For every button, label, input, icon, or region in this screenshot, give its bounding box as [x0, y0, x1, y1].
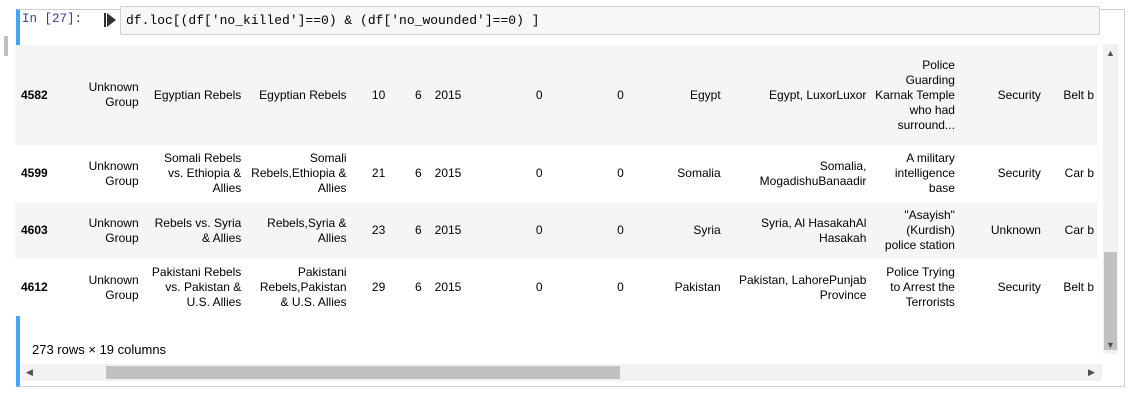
table-cell: 23 [371, 223, 386, 237]
table-cell: Security [997, 280, 1041, 294]
table-cell: Police Trying to Arrest the Terrorists [886, 265, 955, 309]
table-cell: Pakistani Rebels vs. Pakistan & U.S. All… [151, 265, 242, 309]
run-cell-icon[interactable] [104, 13, 116, 27]
code-input[interactable]: df.loc[(df['no_killed']==0) & (df['no_wo… [120, 6, 1100, 35]
table-cell: 0 [535, 166, 543, 180]
table-cell: 6 [415, 223, 422, 237]
table-cell: 10 [371, 87, 386, 102]
table-cell: Unknown Group [88, 80, 139, 109]
table-cell: Egypt [689, 87, 721, 102]
row-index-cell: 4603 [21, 223, 48, 237]
dataframe-shape: 273 rows × 19 columns [32, 342, 167, 357]
table-cell: Pakistani Rebels,Pakistan & U.S. Allies [259, 265, 347, 309]
table-cell: Unknown Group [88, 158, 139, 188]
table-cell: 21 [371, 166, 386, 180]
table-cell: Unknown [990, 223, 1041, 237]
table-cell: 0 [535, 223, 543, 237]
table-cell: Unknown Group [88, 215, 139, 245]
table-cell: Belt b [1063, 87, 1094, 102]
table-cell: Egypt, LuxorLuxor [769, 87, 867, 102]
scroll-up-icon[interactable]: ▲ [1106, 48, 1115, 58]
table-cell: Security [997, 87, 1041, 102]
table-row: 4603 Unknown Group Rebels vs. Syria & Alli… [15, 202, 1098, 259]
table-cell: Syria, Al HasakahAl Hasakah [761, 215, 867, 245]
table-cell: Somali Rebels vs. Ethiopia & Allies [163, 151, 242, 195]
table-cell: 6 [415, 280, 422, 294]
output-area: 4582 Unknown Group Egyptian Rebels Egyptian… [12, 42, 1098, 337]
table-cell: 2015 [434, 166, 462, 180]
dataframe-table: 4582 Unknown Group Egyptian Rebels Egyptian… [15, 45, 1098, 316]
table-cell: Pakistan, LahorePunjab Province [738, 272, 867, 302]
table-cell: 0 [617, 166, 624, 180]
table-cell: Egyptian Rebels [259, 87, 347, 102]
vertical-scroll-thumb[interactable] [1104, 252, 1117, 350]
table-cell: 2015 [434, 223, 462, 237]
output-collapse-bar[interactable] [4, 36, 8, 56]
table-cell: Pakistan [674, 280, 721, 294]
table-cell: Car b [1064, 166, 1094, 180]
table-cell: Somalia [677, 166, 721, 180]
table-cell: Egyptian Rebels [153, 87, 242, 102]
table-cell: 29 [371, 280, 386, 294]
table-cell: 6 [415, 87, 422, 102]
table-cell: 6 [415, 166, 422, 180]
table-cell: Rebels,Syria & Allies [267, 215, 347, 245]
table-cell: "Asayish" (Kurdish) police station [884, 208, 955, 252]
scroll-left-icon[interactable]: ◀ [26, 367, 33, 377]
table-cell: Rebels vs. Syria & Allies [154, 215, 242, 245]
horizontal-scrollbar[interactable]: ◀ ▶ [22, 364, 1102, 381]
table-cell: Belt b [1063, 280, 1094, 294]
table-cell: 0 [617, 87, 624, 102]
table-cell: 0 [535, 280, 543, 294]
table-row: 4599 Unknown Group Somali Rebels vs. Ethio… [15, 145, 1098, 202]
input-prompt: In [27]: [22, 12, 83, 26]
table-row: 4582 Unknown Group Egyptian Rebels Egyptian… [15, 45, 1098, 145]
row-index-cell: 4599 [21, 166, 48, 180]
table-cell: Car b [1064, 223, 1094, 237]
table-cell: A military intelligence base [894, 151, 955, 195]
table-cell: Unknown Group [88, 272, 139, 302]
table-cell: 2015 [434, 280, 462, 294]
table-row: 4612 Unknown Group Pakistani Rebels vs. Pa… [15, 259, 1098, 316]
row-index-cell: 4612 [21, 280, 48, 294]
horizontal-scroll-thumb[interactable] [106, 366, 620, 379]
row-index-cell: 4582 [21, 87, 48, 102]
table-cell: Security [997, 166, 1041, 180]
table-cell: 0 [617, 223, 624, 237]
scroll-right-icon[interactable]: ▶ [1088, 367, 1095, 377]
table-cell: 0 [617, 280, 624, 294]
vertical-scrollbar[interactable]: ▲ ▼ [1103, 44, 1118, 354]
table-cell: Somali Rebels,Ethiopia & Allies [251, 151, 347, 195]
table-cell: Syria [693, 223, 721, 237]
table-cell: Somalia, MogadishuBanaadir [759, 158, 867, 188]
table-cell: Police Guarding Karnak Temple who had su… [875, 57, 955, 132]
scroll-down-icon[interactable]: ▼ [1106, 340, 1115, 350]
table-cell: 2015 [434, 87, 462, 102]
table-cell: 0 [535, 87, 543, 102]
